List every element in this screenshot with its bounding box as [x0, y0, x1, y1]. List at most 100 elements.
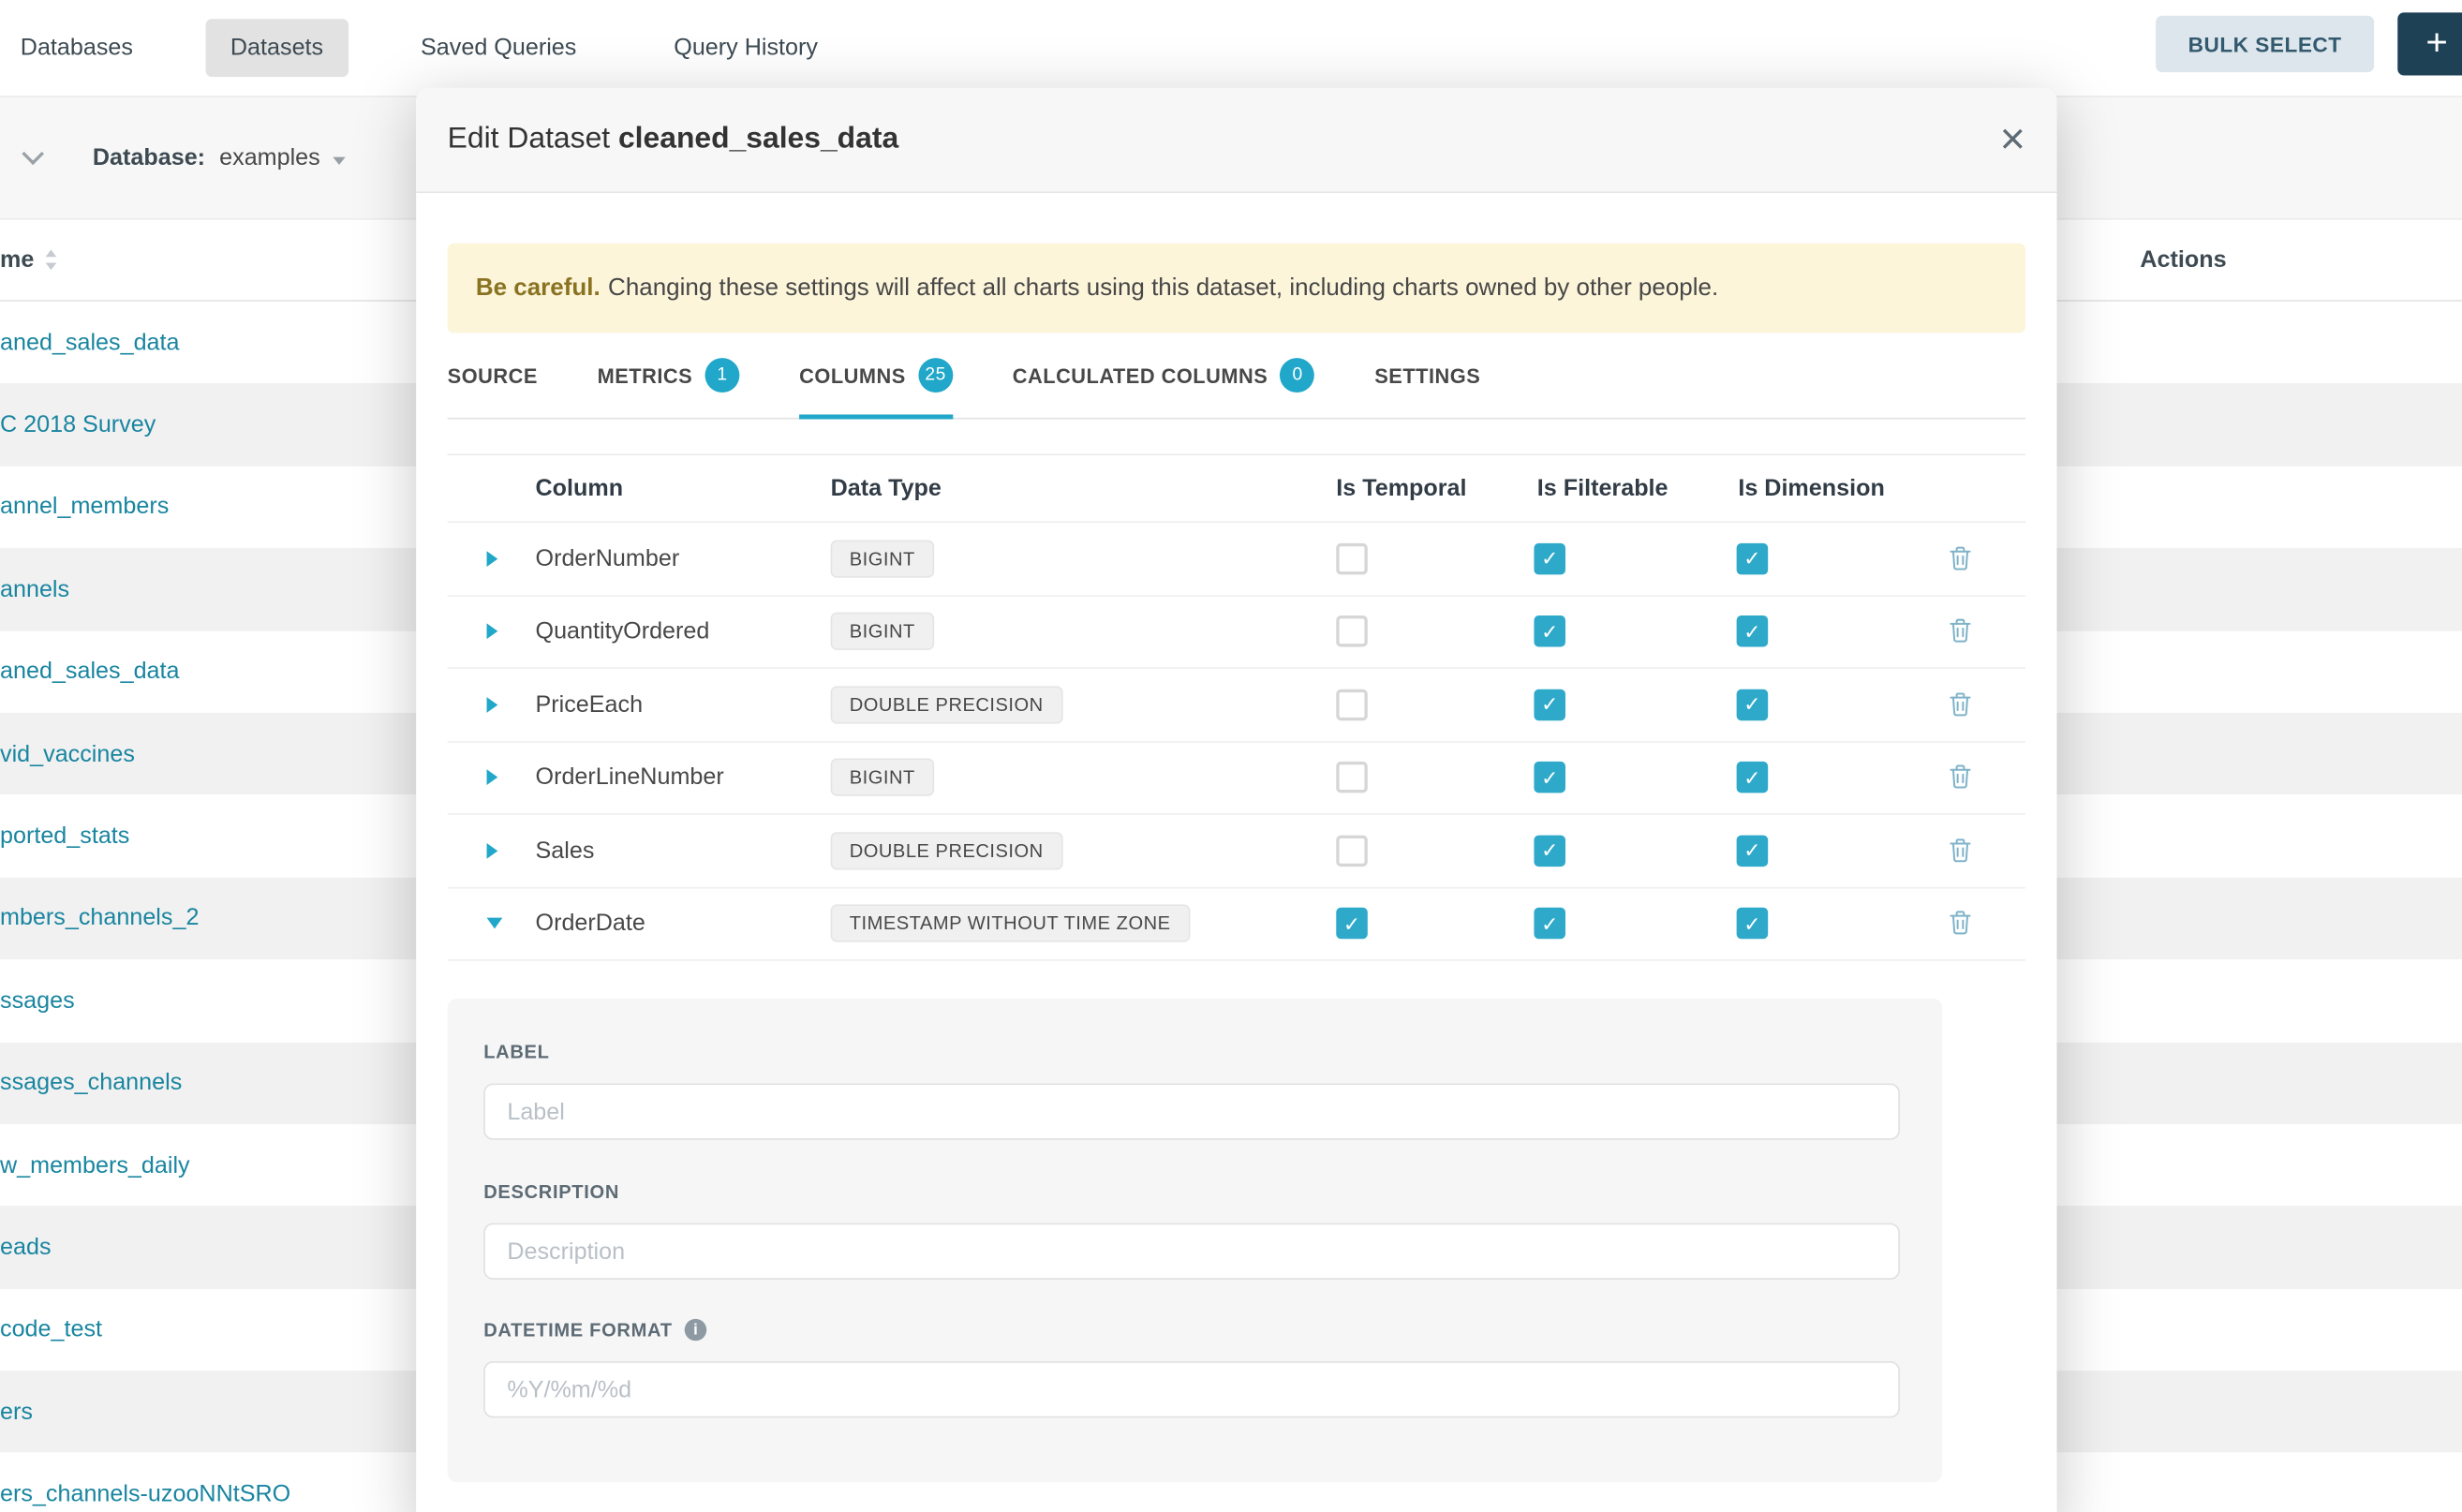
- column-row: OrderDateTIMESTAMP WITHOUT TIME ZONE✓✓✓: [448, 888, 2025, 961]
- collapse-caret-icon[interactable]: [487, 918, 503, 929]
- delete-column-button[interactable]: [1949, 911, 1974, 937]
- close-icon[interactable]: ×: [2000, 118, 2025, 162]
- is-filterable-checkbox[interactable]: ✓: [1534, 689, 1565, 720]
- trash-icon: [1949, 618, 1972, 644]
- modal-title: Edit Dataset cleaned_sales_data: [448, 123, 899, 157]
- column-header-data-type: Data Type: [831, 475, 942, 501]
- tab-source[interactable]: SOURCE: [448, 333, 538, 418]
- is-dimension-checkbox[interactable]: ✓: [1737, 762, 1769, 793]
- database-filter-value[interactable]: examples: [219, 144, 320, 170]
- column-row: OrderNumberBIGINT✓✓: [448, 523, 2025, 596]
- delete-column-button[interactable]: [1949, 691, 1974, 718]
- is-dimension-checkbox[interactable]: ✓: [1737, 835, 1769, 867]
- dataset-name-link[interactable]: aned_sales_data: [0, 329, 180, 355]
- dataset-name-link[interactable]: annels: [0, 576, 69, 602]
- dataset-name-link[interactable]: ported_stats: [0, 823, 129, 849]
- is-dimension-checkbox[interactable]: ✓: [1737, 615, 1769, 647]
- tab-metrics[interactable]: METRICS1: [598, 333, 740, 418]
- delete-column-button[interactable]: [1949, 545, 1974, 571]
- tab-settings[interactable]: SETTINGS: [1374, 333, 1480, 418]
- column-name: OrderNumber: [536, 545, 680, 571]
- tab-label: METRICS: [598, 363, 693, 387]
- dataset-name-link[interactable]: aned_sales_data: [0, 659, 180, 685]
- datetime-format-input[interactable]: [483, 1361, 1900, 1417]
- data-type-pill: TIMESTAMP WITHOUT TIME ZONE: [831, 905, 1190, 942]
- is-temporal-checkbox[interactable]: [1336, 835, 1368, 867]
- dataset-name-link[interactable]: mbers_channels_2: [0, 905, 199, 931]
- trash-icon: [1949, 764, 1972, 790]
- is-temporal-checkbox[interactable]: ✓: [1336, 908, 1368, 940]
- tab-columns[interactable]: COLUMNS25: [799, 333, 953, 418]
- column-name: PriceEach: [536, 691, 644, 718]
- nav-tabs: Databases Datasets Saved Queries Query Hist…: [0, 19, 843, 77]
- is-dimension-checkbox[interactable]: ✓: [1737, 542, 1769, 574]
- description-field-label: DESCRIPTION: [483, 1180, 619, 1202]
- name-column-header[interactable]: me: [0, 246, 34, 273]
- trash-icon: [1949, 838, 1972, 863]
- dataset-name-link[interactable]: annel_members: [0, 494, 169, 520]
- collapse-chevron-icon[interactable]: [22, 142, 44, 165]
- dataset-name-link[interactable]: eads: [0, 1234, 52, 1260]
- is-filterable-checkbox[interactable]: ✓: [1534, 615, 1565, 647]
- is-filterable-checkbox[interactable]: ✓: [1534, 542, 1565, 574]
- datetime-format-label-text: DATETIME FORMAT: [483, 1319, 672, 1341]
- delete-column-button[interactable]: [1949, 838, 1974, 864]
- delete-column-button[interactable]: [1949, 618, 1974, 645]
- dataset-name-link[interactable]: w_members_daily: [0, 1152, 190, 1178]
- column-row: QuantityOrdered BIGINT ✓ ✓: [448, 596, 2025, 669]
- is-filterable-checkbox[interactable]: ✓: [1534, 908, 1565, 940]
- is-temporal-checkbox[interactable]: [1336, 542, 1368, 574]
- tab-count-badge: 25: [918, 358, 953, 393]
- is-dimension-checkbox[interactable]: ✓: [1737, 689, 1769, 720]
- check-icon: ✓: [1743, 840, 1760, 861]
- label-input[interactable]: [483, 1083, 1900, 1139]
- dataset-name-link[interactable]: ssages: [0, 987, 75, 1014]
- expand-caret-icon[interactable]: [487, 697, 498, 713]
- expand-caret-icon[interactable]: [487, 843, 498, 859]
- tab-calculated-columns[interactable]: CALCULATED COLUMNS0: [1013, 333, 1315, 418]
- column-name: OrderLineNumber: [536, 764, 724, 791]
- nav-tab-databases[interactable]: Databases: [21, 19, 158, 77]
- columns-table-body: OrderNumber BIGINT ✓ ✓ QuantityOrdered BIGINT…: [448, 523, 2025, 961]
- modal-body: Be careful.Changing these settings will …: [416, 244, 2056, 1482]
- dataset-name-link[interactable]: ssages_channels: [0, 1070, 182, 1096]
- trash-icon: [1949, 691, 1972, 717]
- dataset-name-link[interactable]: C 2018 Survey: [0, 411, 156, 437]
- is-temporal-checkbox[interactable]: [1336, 689, 1368, 720]
- data-type-pill: BIGINT: [831, 613, 934, 650]
- nav-tab-datasets[interactable]: Datasets: [205, 19, 349, 77]
- is-filterable-checkbox[interactable]: ✓: [1534, 762, 1565, 793]
- label-field-label: LABEL: [483, 1041, 549, 1062]
- dropdown-caret-icon[interactable]: [333, 156, 345, 164]
- column-header-is-filterable: Is Filterable: [1537, 475, 1669, 501]
- column-name: QuantityOrdered: [536, 618, 710, 645]
- nav-tab-saved-queries[interactable]: Saved Queries: [395, 19, 601, 77]
- is-temporal-checkbox[interactable]: [1336, 762, 1368, 793]
- data-type-pill: BIGINT: [831, 759, 934, 796]
- top-nav: Databases Datasets Saved Queries Query Hist…: [0, 0, 2462, 97]
- tab-label: SETTINGS: [1374, 363, 1480, 387]
- info-icon[interactable]: i: [685, 1319, 706, 1341]
- is-temporal-checkbox[interactable]: [1336, 615, 1368, 647]
- add-button[interactable]: +: [2397, 12, 2462, 75]
- expand-caret-icon[interactable]: [487, 551, 498, 567]
- check-icon: ✓: [1743, 767, 1760, 788]
- modal-tabs: SOURCE METRICS1 COLUMNS25 CALCULATED COLUMN…: [448, 333, 2025, 419]
- dataset-name-link[interactable]: vid_vaccines: [0, 740, 135, 766]
- expand-caret-icon[interactable]: [487, 770, 498, 786]
- description-input[interactable]: [483, 1223, 1900, 1280]
- nav-tab-query-history[interactable]: Query History: [648, 19, 842, 77]
- dataset-name-link[interactable]: code_test: [0, 1316, 102, 1342]
- is-dimension-checkbox[interactable]: ✓: [1737, 908, 1769, 940]
- check-icon: ✓: [1541, 840, 1558, 861]
- data-type-pill: DOUBLE PRECISION: [831, 686, 1062, 723]
- dataset-name-link[interactable]: ers_channels-uzooNNtSRO: [0, 1481, 290, 1507]
- expand-caret-icon[interactable]: [487, 624, 498, 640]
- column-name: Sales: [536, 838, 595, 864]
- check-icon: ✓: [1743, 548, 1760, 569]
- dataset-name-link[interactable]: ers: [0, 1399, 33, 1425]
- bulk-select-button[interactable]: BULK SELECT: [2156, 16, 2374, 72]
- delete-column-button[interactable]: [1949, 764, 1974, 791]
- is-filterable-checkbox[interactable]: ✓: [1534, 835, 1565, 867]
- sort-icon[interactable]: [43, 249, 57, 270]
